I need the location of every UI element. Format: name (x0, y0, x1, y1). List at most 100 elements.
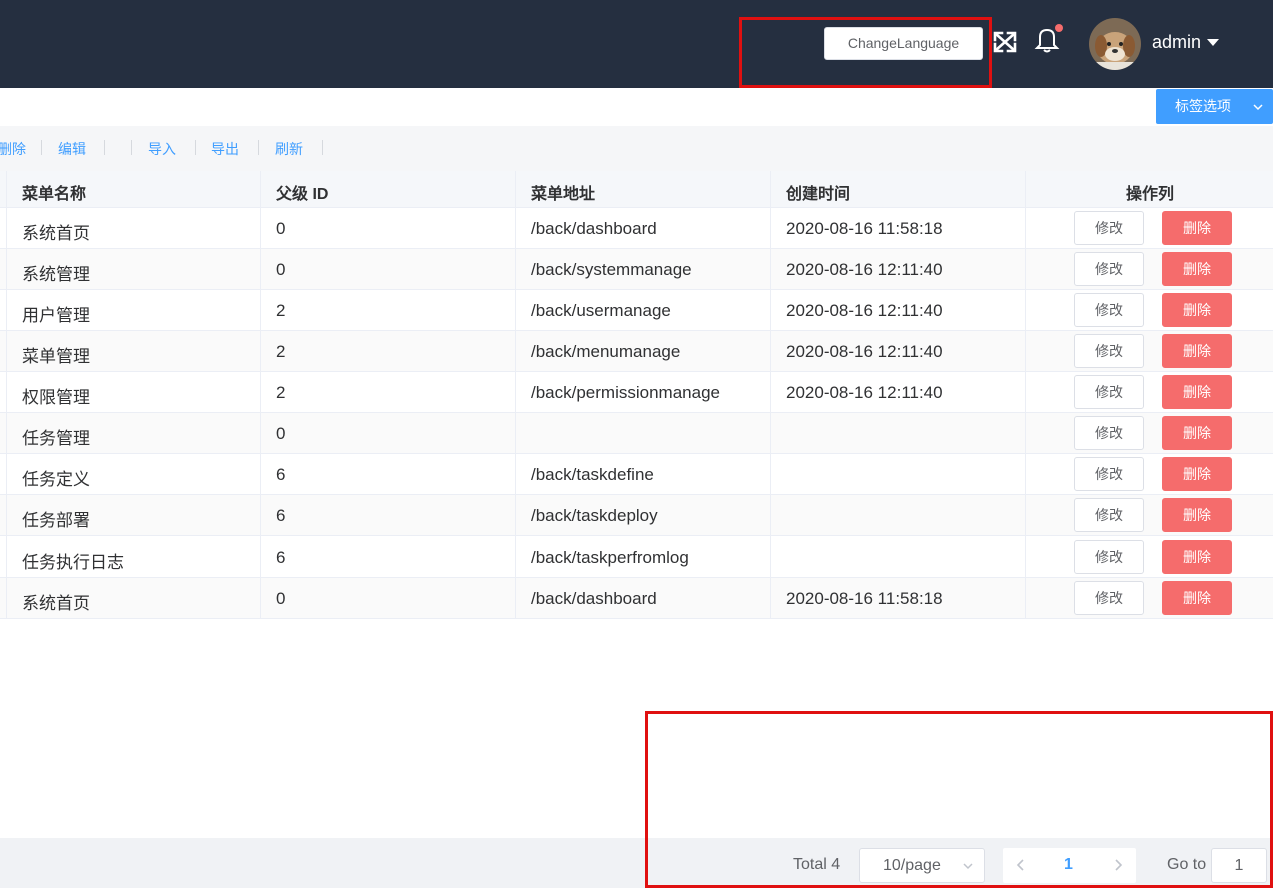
delete-button[interactable]: 删除 (1162, 416, 1232, 450)
delete-button[interactable]: 删除 (1162, 334, 1232, 368)
edit-button[interactable]: 修改 (1074, 252, 1144, 286)
cell-created-time: 2020-08-16 12:11:40 (786, 342, 943, 361)
cell-menu-path: /back/taskdefine (531, 465, 654, 484)
goto-page-input[interactable] (1211, 848, 1267, 883)
cell-parent-id: 0 (276, 424, 286, 443)
cell-menu-name: 菜单管理 (22, 347, 90, 366)
cell-menu-path: /back/systemmanage (531, 260, 692, 279)
cell-parent-id: 2 (276, 301, 286, 320)
column-header-created-time[interactable]: 创建时间 (786, 180, 850, 204)
page-size-value: 10/page (883, 857, 941, 874)
pagination-total: Total 4 (793, 856, 841, 873)
tag-options-button[interactable]: 标签选项 (1156, 89, 1273, 124)
user-name[interactable]: admin (1152, 32, 1201, 53)
cell-menu-path: /back/menumanage (531, 342, 681, 361)
column-header-parent-id[interactable]: 父级 ID (276, 180, 328, 204)
edit-button[interactable]: 修改 (1074, 581, 1144, 615)
cell-menu-name: 系统管理 (22, 265, 90, 284)
delete-button[interactable]: 删除 (1162, 211, 1232, 245)
cell-parent-id: 0 (276, 589, 286, 608)
fullscreen-icon[interactable] (992, 30, 1018, 54)
toolbar-divider (195, 140, 196, 155)
column-divider (515, 171, 516, 619)
toolbar-divider (131, 140, 132, 155)
cell-menu-name: 系统首页 (22, 224, 90, 243)
delete-link[interactable]: 删除 (0, 139, 26, 159)
page-size-select[interactable]: 10/page (859, 848, 985, 883)
cell-menu-name: 用户管理 (22, 306, 90, 325)
table-row: 任务执行日志 6 /back/taskperfromlog 修改 删除 (0, 537, 1273, 578)
toolbar-divider (322, 140, 323, 155)
chevron-right-icon[interactable] (1111, 858, 1125, 872)
notification-dot (1055, 24, 1063, 32)
cell-menu-path: /back/usermanage (531, 301, 671, 320)
cell-menu-path: /back/taskdeploy (531, 506, 658, 525)
cell-parent-id: 6 (276, 506, 286, 525)
cell-menu-path: /back/dashboard (531, 219, 657, 238)
bell-icon[interactable] (1031, 24, 1063, 56)
edit-button[interactable]: 修改 (1074, 211, 1144, 245)
cell-menu-name: 任务管理 (22, 429, 90, 448)
delete-button[interactable]: 删除 (1162, 540, 1232, 574)
cell-parent-id: 0 (276, 260, 286, 279)
table-row: 任务管理 0 修改 删除 (0, 413, 1273, 454)
column-divider (6, 171, 7, 619)
chevron-left-icon[interactable] (1014, 858, 1028, 872)
cell-parent-id: 2 (276, 383, 286, 402)
delete-button[interactable]: 删除 (1162, 498, 1232, 532)
toolbar-divider (258, 140, 259, 155)
current-page-number[interactable]: 1 (1064, 856, 1073, 874)
table-row: 系统管理 0 /back/systemmanage 2020-08-16 12:… (0, 249, 1273, 290)
tags-bar (0, 88, 1273, 126)
toolbar-divider (104, 140, 105, 155)
cell-created-time: 2020-08-16 11:58:18 (786, 589, 943, 608)
edit-link[interactable]: 编辑 (58, 139, 86, 159)
cell-created-time: 2020-08-16 12:11:40 (786, 383, 943, 402)
cell-created-time: 2020-08-16 11:58:18 (786, 219, 943, 238)
avatar[interactable] (1089, 18, 1141, 70)
delete-button[interactable]: 删除 (1162, 252, 1232, 286)
refresh-link[interactable]: 刷新 (275, 139, 303, 159)
edit-button[interactable]: 修改 (1074, 293, 1144, 327)
column-header-menu-name[interactable]: 菜单名称 (22, 180, 86, 204)
table-row: 系统首页 0 /back/dashboard 2020-08-16 11:58:… (0, 208, 1273, 249)
edit-button[interactable]: 修改 (1074, 416, 1144, 450)
import-link[interactable]: 导入 (148, 139, 176, 159)
edit-button[interactable]: 修改 (1074, 334, 1144, 368)
cell-created-time: 2020-08-16 12:11:40 (786, 301, 943, 320)
edit-button[interactable]: 修改 (1074, 457, 1144, 491)
export-link[interactable]: 导出 (211, 139, 239, 159)
cell-menu-name: 任务执行日志 (22, 553, 124, 572)
cell-created-time: 2020-08-16 12:11:40 (786, 260, 943, 279)
caret-down-icon[interactable] (1207, 39, 1219, 46)
tag-options-label: 标签选项 (1175, 98, 1231, 114)
table-row: 菜单管理 2 /back/menumanage 2020-08-16 12:11… (0, 331, 1273, 372)
column-divider (1025, 171, 1026, 619)
table-row: 任务定义 6 /back/taskdefine 修改 删除 (0, 454, 1273, 495)
delete-button[interactable]: 删除 (1162, 293, 1232, 327)
column-header-actions: 操作列 (1126, 186, 1175, 203)
column-header-menu-path[interactable]: 菜单地址 (531, 180, 595, 204)
table-header (0, 171, 1273, 208)
cell-parent-id: 0 (276, 219, 286, 238)
goto-label: Go to (1167, 856, 1207, 873)
table-row: 权限管理 2 /back/permissionmanage 2020-08-16… (0, 372, 1273, 413)
change-language-button[interactable]: ChangeLanguage (824, 27, 983, 60)
delete-button[interactable]: 删除 (1162, 375, 1232, 409)
cell-menu-name: 系统首页 (22, 594, 90, 613)
delete-button[interactable]: 删除 (1162, 457, 1232, 491)
cell-menu-path: /back/dashboard (531, 589, 657, 608)
toolbar-divider (41, 140, 42, 155)
top-header (0, 0, 1273, 88)
delete-button[interactable]: 删除 (1162, 581, 1232, 615)
cell-menu-path: /back/permissionmanage (531, 383, 720, 402)
column-divider (770, 171, 771, 619)
table-row: 任务部署 6 /back/taskdeploy 修改 删除 (0, 495, 1273, 536)
edit-button[interactable]: 修改 (1074, 375, 1144, 409)
cell-menu-name: 权限管理 (22, 388, 90, 407)
toolbar (0, 126, 1273, 171)
edit-button[interactable]: 修改 (1074, 540, 1144, 574)
edit-button[interactable]: 修改 (1074, 498, 1144, 532)
chevron-down-icon (1253, 104, 1263, 111)
chevron-down-icon (963, 863, 973, 870)
